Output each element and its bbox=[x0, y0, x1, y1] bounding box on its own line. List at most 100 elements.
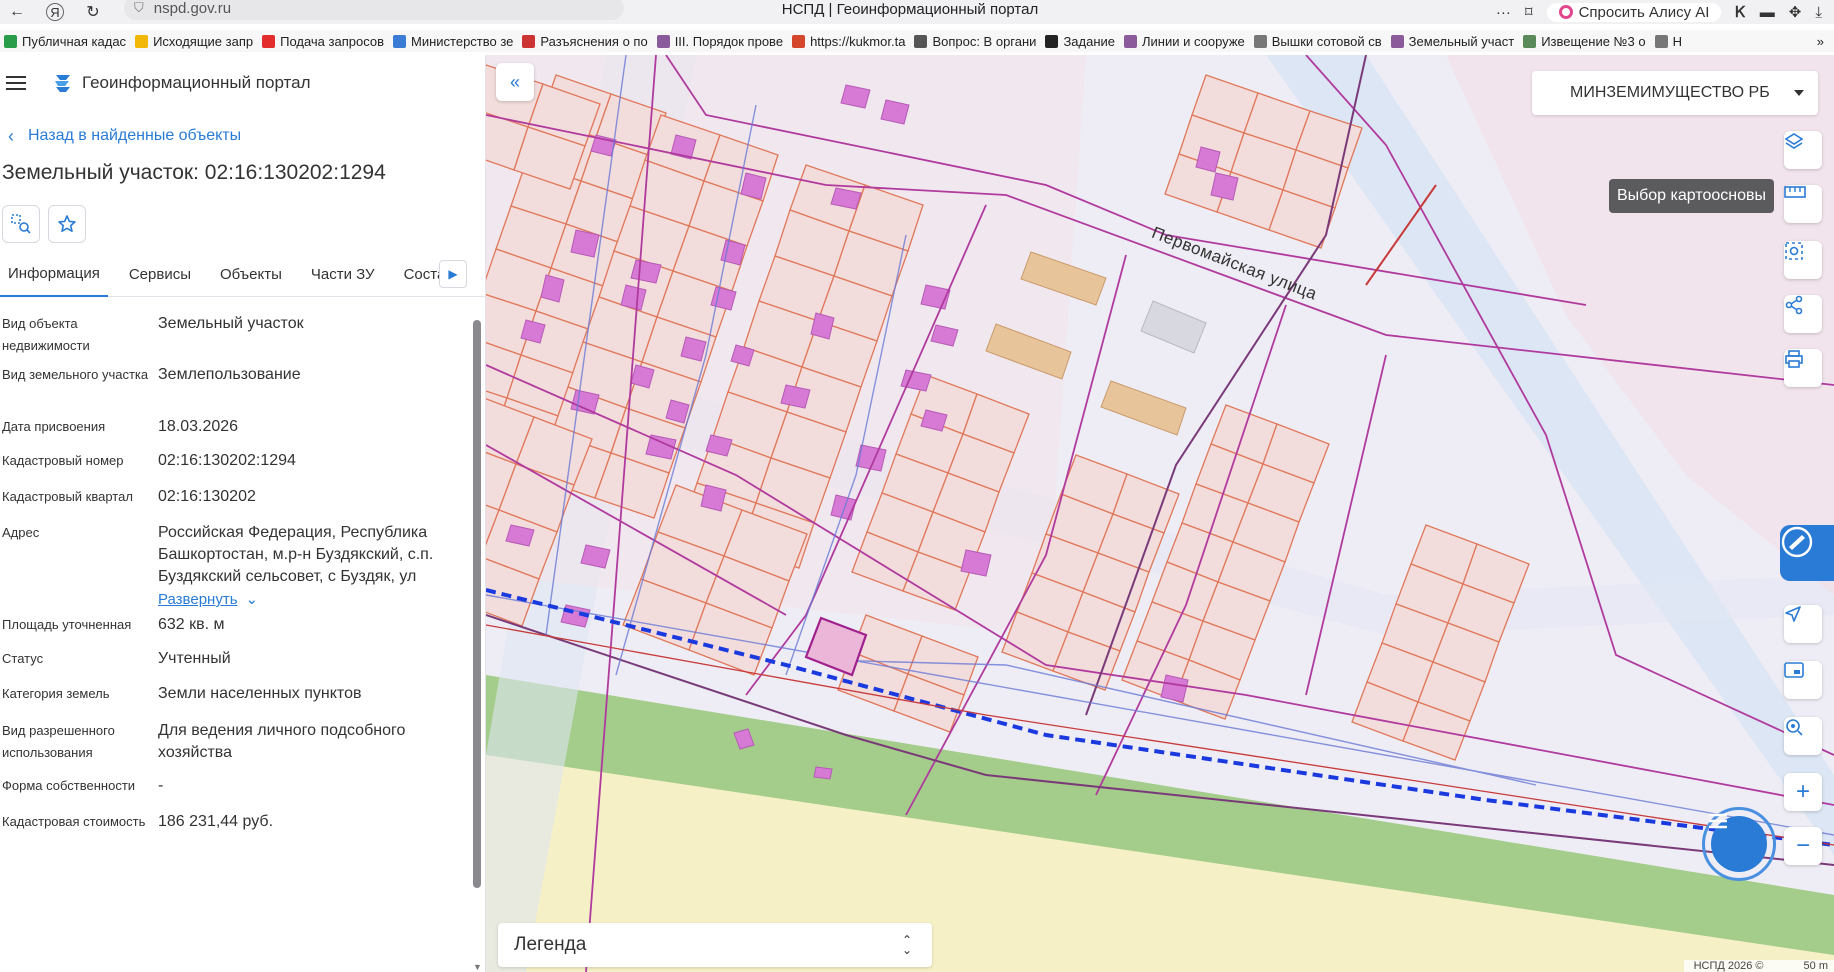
bookmark-label: Линии и сооруже bbox=[1142, 33, 1245, 49]
tab-parts[interactable]: Части ЗУ bbox=[303, 253, 383, 297]
scroll-thumb[interactable] bbox=[473, 320, 481, 888]
bookmark-item[interactable]: Н bbox=[1651, 34, 1687, 49]
building[interactable] bbox=[880, 99, 910, 125]
select-area-button[interactable] bbox=[1784, 241, 1822, 279]
bookmark-label: Задание bbox=[1063, 33, 1116, 49]
building[interactable] bbox=[680, 336, 707, 362]
locate-object-icon bbox=[11, 214, 31, 234]
bookmark-item[interactable]: Задание bbox=[1041, 34, 1120, 49]
minimap-button[interactable] bbox=[1784, 661, 1822, 699]
building[interactable] bbox=[960, 549, 992, 577]
building[interactable] bbox=[740, 172, 767, 200]
map-view[interactable]: Первомайская улица « МИНЗЕМИМУЩЕСТВО РБ … bbox=[486, 55, 1834, 972]
bookmark-item[interactable]: Министерство зе bbox=[389, 34, 518, 49]
building[interactable] bbox=[1160, 674, 1189, 703]
bookmark-favicon-icon bbox=[1124, 34, 1138, 48]
navigate-button[interactable] bbox=[1784, 605, 1822, 643]
back-arrow-icon[interactable]: ← bbox=[6, 1, 28, 23]
bookmark-label: Вышки сотовой св bbox=[1271, 33, 1382, 49]
menu-icon[interactable] bbox=[6, 76, 26, 90]
property-label: Вид объекта недвижимости bbox=[2, 316, 90, 353]
address-bar[interactable]: ⛉ nspd.gov.ru bbox=[124, 0, 624, 20]
bookmark-favicon-icon bbox=[522, 34, 536, 48]
measure-button[interactable] bbox=[1784, 185, 1822, 223]
search-location-icon bbox=[1786, 719, 1803, 736]
property-row: Адрес Российская Федерация, Республика Ба… bbox=[0, 522, 457, 614]
download-icon[interactable]: ⤓ bbox=[1815, 4, 1822, 21]
panel-scrollbar[interactable]: ▼ bbox=[473, 320, 482, 972]
chevron-down-icon bbox=[1794, 90, 1804, 96]
org-select[interactable]: МИНЗЕМИМУЩЕСТВО РБ bbox=[1532, 71, 1818, 115]
building[interactable] bbox=[570, 229, 600, 258]
more-bookmarks-button[interactable]: » bbox=[1817, 34, 1834, 49]
property-value-text: - bbox=[158, 777, 164, 794]
minus-icon: − bbox=[1795, 832, 1810, 859]
building[interactable] bbox=[1195, 146, 1221, 173]
search-location-button[interactable] bbox=[1784, 717, 1822, 755]
tab-information[interactable]: Информация bbox=[0, 253, 108, 297]
alice-button[interactable]: Спросить Алису AI bbox=[1546, 2, 1722, 22]
bookmark-icon[interactable]: ⌑ bbox=[1525, 3, 1533, 21]
puzzle-icon[interactable]: ✥ bbox=[1789, 3, 1802, 21]
bookmark-label: Подача запросов bbox=[280, 33, 384, 49]
bookmark-item[interactable]: Подача запросов bbox=[258, 34, 389, 49]
scroll-down-icon[interactable]: ▼ bbox=[473, 962, 482, 972]
print-button[interactable] bbox=[1784, 349, 1822, 387]
bookmark-item[interactable]: Вышки сотовой св bbox=[1250, 34, 1387, 49]
bookmark-label: https://kukmor.ta bbox=[810, 33, 906, 49]
tab-services[interactable]: Сервисы bbox=[121, 253, 199, 297]
expand-address-link[interactable]: Развернуть ⌄ bbox=[158, 589, 258, 611]
property-row: Категория земель Земли населенных пунктов bbox=[0, 683, 457, 720]
building[interactable] bbox=[620, 284, 647, 311]
property-value-text: 02:16:130202:1294 bbox=[158, 452, 296, 469]
chevron-left-icon: ‹ bbox=[8, 125, 14, 146]
plus-icon: + bbox=[1795, 778, 1810, 805]
property-value: 02:16:130202:1294 bbox=[158, 450, 296, 486]
layers-button[interactable] bbox=[1784, 131, 1822, 169]
bookmark-item[interactable]: https://kukmor.ta bbox=[788, 34, 910, 49]
bookmark-item[interactable]: Извещение №3 о bbox=[1519, 34, 1650, 49]
zoom-out-button[interactable]: − bbox=[1784, 827, 1822, 865]
properties-list: Вид объекта недвижимости Земельный участо… bbox=[0, 297, 485, 857]
bookmark-item[interactable]: Публичная кадас bbox=[0, 34, 131, 49]
collapse-panel-button[interactable]: « bbox=[496, 63, 534, 101]
bookmark-item[interactable]: Линии и сооруже bbox=[1120, 34, 1250, 49]
bookmark-item[interactable]: Вопрос: В органи bbox=[910, 34, 1041, 49]
building[interactable] bbox=[570, 389, 600, 415]
bookmark-favicon-icon bbox=[1045, 34, 1059, 48]
zoom-in-button[interactable]: + bbox=[1784, 773, 1822, 811]
bookmark-label: Исходящие запр bbox=[153, 33, 254, 49]
bookmark-item[interactable]: III. Порядок прове bbox=[653, 34, 788, 49]
bookmark-item[interactable]: Разъяснения о по bbox=[518, 34, 652, 49]
legend-toggle[interactable]: Легенда ⌃ ⌄ bbox=[498, 923, 932, 967]
extension-icon[interactable]: Ꮶ bbox=[1735, 4, 1745, 21]
building[interactable] bbox=[700, 484, 727, 512]
info-tabs: Информация Сервисы Объекты Части ЗУ Сост… bbox=[0, 253, 485, 297]
layers-icon bbox=[1784, 133, 1804, 149]
chat-button[interactable] bbox=[1702, 807, 1776, 881]
reload-icon[interactable]: ↻ bbox=[82, 1, 104, 23]
yandex-icon[interactable]: Я bbox=[46, 3, 64, 21]
property-value: 18.03.2026 bbox=[158, 416, 238, 450]
tabs-next-button[interactable]: ▶ bbox=[439, 260, 467, 288]
property-row: Кадастровый номер 02:16:130202:1294 bbox=[0, 450, 457, 486]
back-to-results-link[interactable]: ‹ Назад в найденные объекты bbox=[0, 121, 485, 151]
bookmark-favicon-icon bbox=[1253, 34, 1267, 48]
bookmark-item[interactable]: Исходящие запр bbox=[131, 34, 258, 49]
bookmark-favicon-icon bbox=[135, 34, 149, 48]
property-value: Для ведения личного подсобного хозяйства bbox=[158, 720, 457, 775]
tab-objects[interactable]: Объекты bbox=[212, 253, 290, 297]
extension-icon[interactable]: ▬ bbox=[1760, 4, 1775, 21]
bookmark-item[interactable]: Земельный участ bbox=[1387, 34, 1520, 49]
more-icon[interactable]: ··· bbox=[1496, 4, 1511, 21]
show-on-map-button[interactable] bbox=[2, 205, 40, 243]
property-value: 632 кв. м bbox=[158, 614, 225, 648]
bookmark-favicon-icon bbox=[1390, 34, 1404, 48]
building[interactable] bbox=[1210, 172, 1239, 201]
minimap-icon bbox=[1784, 662, 1804, 678]
scale-label: 50 m bbox=[1803, 960, 1828, 972]
property-label: Вид разрешенного использования bbox=[2, 723, 115, 760]
feedback-button[interactable] bbox=[1780, 525, 1834, 581]
share-button[interactable] bbox=[1784, 295, 1822, 333]
favorite-button[interactable] bbox=[48, 205, 86, 243]
